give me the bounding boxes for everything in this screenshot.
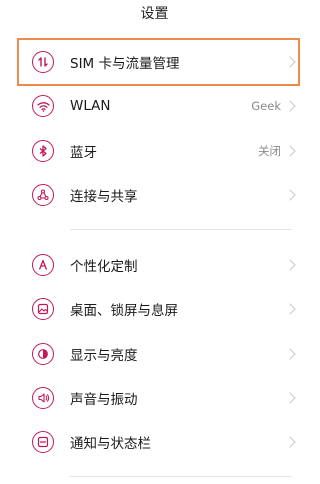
chevron-right-icon bbox=[284, 436, 296, 448]
settings-item-label: 通知与状态栏 bbox=[70, 436, 151, 452]
settings-item-value: 关闭 bbox=[258, 144, 281, 158]
section-divider bbox=[70, 476, 292, 477]
chevron-right-icon bbox=[284, 145, 296, 157]
section-divider bbox=[70, 229, 292, 230]
chevron-right-icon bbox=[284, 100, 296, 112]
settings-item-wlan[interactable]: WLAN Geek bbox=[0, 86, 309, 126]
personalize-icon bbox=[32, 254, 54, 276]
settings-item-notification-statusbar[interactable]: 通知与状态栏 bbox=[0, 422, 309, 462]
chevron-right-icon bbox=[284, 56, 296, 68]
settings-item-label: 连接与共享 bbox=[70, 189, 138, 205]
settings-item-label: 蓝牙 bbox=[70, 145, 97, 161]
settings-item-display-brightness[interactable]: 显示与亮度 bbox=[0, 334, 309, 374]
settings-item-label: WLAN bbox=[70, 98, 111, 114]
settings-item-label: 桌面、锁屏与息屏 bbox=[70, 303, 178, 319]
settings-item-sim[interactable]: SIM 卡与流量管理 bbox=[0, 42, 309, 82]
wallpaper-icon bbox=[32, 298, 54, 320]
settings-item-value: Geek bbox=[251, 99, 281, 113]
display-icon bbox=[32, 343, 54, 365]
chevron-right-icon bbox=[284, 189, 296, 201]
settings-item-bluetooth[interactable]: 蓝牙 关闭 bbox=[0, 131, 309, 171]
sim-data-icon bbox=[32, 51, 54, 73]
sound-icon bbox=[32, 387, 54, 409]
settings-item-wallpaper-lockscreen[interactable]: 桌面、锁屏与息屏 bbox=[0, 289, 309, 329]
settings-item-label: 个性化定制 bbox=[70, 259, 138, 275]
chevron-right-icon bbox=[284, 348, 296, 360]
bluetooth-icon bbox=[32, 140, 54, 162]
settings-item-personalization[interactable]: 个性化定制 bbox=[0, 245, 309, 285]
share-icon bbox=[32, 184, 54, 206]
wifi-icon bbox=[32, 95, 54, 117]
chevron-right-icon bbox=[284, 259, 296, 271]
notification-icon bbox=[32, 431, 54, 453]
settings-item-connection-sharing[interactable]: 连接与共享 bbox=[0, 175, 309, 215]
settings-item-label: SIM 卡与流量管理 bbox=[70, 56, 180, 72]
chevron-right-icon bbox=[284, 303, 296, 315]
settings-item-label: 显示与亮度 bbox=[70, 348, 138, 364]
page-title: 设置 bbox=[140, 6, 169, 22]
settings-item-label: 声音与振动 bbox=[70, 392, 138, 408]
chevron-right-icon bbox=[284, 392, 296, 404]
settings-item-sound-vibration[interactable]: 声音与振动 bbox=[0, 378, 309, 418]
